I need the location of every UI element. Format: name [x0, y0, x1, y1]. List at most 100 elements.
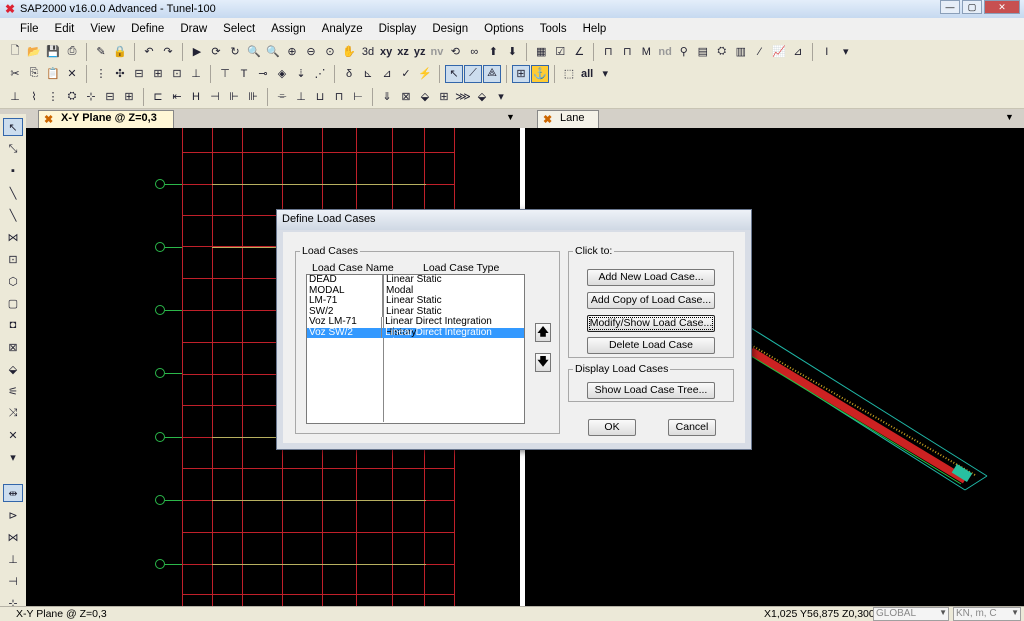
move-up-button[interactable]: 🡅: [535, 323, 551, 342]
load-frame-icon[interactable]: ⊠: [397, 88, 415, 106]
snap-to-points-icon[interactable]: ⇹: [3, 484, 23, 502]
undo-icon[interactable]: ↶: [140, 43, 158, 61]
area-section-icon[interactable]: ⌯: [273, 88, 291, 106]
table-row[interactable]: Voz LM-71 Linear Direct Integration Histo…: [307, 316, 524, 337]
yz-view-button[interactable]: yz: [412, 43, 428, 61]
modify-show-load-case-button[interactable]: Modify/Show Load Case...: [587, 315, 715, 332]
select-all-icon[interactable]: ⬚: [560, 65, 578, 83]
copy-icon[interactable]: ⎘: [25, 65, 43, 83]
lock-icon[interactable]: 🔒: [111, 43, 129, 61]
frame-cable-icon[interactable]: ⊪: [244, 88, 262, 106]
assign-group-icon[interactable]: ⋰: [311, 65, 329, 83]
xy-view-button[interactable]: xy: [378, 43, 394, 61]
grid-edit-icon[interactable]: ⊤: [216, 65, 234, 83]
perspective-icon[interactable]: ∞: [465, 43, 483, 61]
assign-load-icon[interactable]: ⇣: [292, 65, 310, 83]
more-icon[interactable]: ▾: [837, 43, 855, 61]
snap-perpendicular-icon[interactable]: ⊥: [3, 550, 23, 568]
energy-icon[interactable]: ⚡: [416, 65, 434, 83]
menu-assign[interactable]: Assign: [263, 23, 314, 35]
menu-draw[interactable]: Draw: [172, 23, 215, 35]
design-check-icon[interactable]: ⊿: [789, 43, 807, 61]
up-arrow-icon[interactable]: ⬆: [484, 43, 502, 61]
draw-link-icon[interactable]: ⊡: [3, 250, 23, 268]
reshape-icon[interactable]: ⤡: [3, 140, 23, 158]
menu-display[interactable]: Display: [371, 23, 425, 35]
nd-button[interactable]: nd: [656, 43, 673, 61]
joint-spring-icon[interactable]: ⌇: [25, 88, 43, 106]
add-new-load-case-button[interactable]: Add New Load Case...: [587, 269, 715, 286]
assign-area-icon[interactable]: ◈: [273, 65, 291, 83]
select-pointer-icon[interactable]: ↖: [445, 64, 463, 83]
menu-tools[interactable]: Tools: [532, 23, 575, 35]
cancel-button[interactable]: Cancel: [668, 419, 716, 436]
coord-system-select[interactable]: GLOBAL ▼: [873, 607, 949, 621]
dropdown-icon[interactable]: ▾: [3, 448, 23, 466]
joint-local-icon[interactable]: ⊹: [82, 88, 100, 106]
add-copy-load-case-button[interactable]: Add Copy of Load Case...: [587, 292, 715, 309]
table-row-selected[interactable]: Voz SW/2 Linear Direct Integration Histor…: [307, 327, 524, 348]
joint-restraint-icon[interactable]: ⊥: [6, 88, 24, 106]
area-thickness-icon[interactable]: ⊥: [292, 88, 310, 106]
table-row[interactable]: DEAD Linear Static: [307, 274, 524, 286]
load-gravity-icon[interactable]: ⬙: [473, 88, 491, 106]
ok-button[interactable]: OK: [588, 419, 636, 436]
frame-releases-icon[interactable]: ⊓: [618, 43, 636, 61]
menu-view[interactable]: View: [82, 23, 123, 35]
snap-to-ends-icon[interactable]: ⊳: [3, 506, 23, 524]
align-points-icon[interactable]: ⊥: [187, 65, 205, 83]
results-icon[interactable]: ⊿: [378, 65, 396, 83]
area-local-icon[interactable]: ⊢: [349, 88, 367, 106]
zoom-out-icon[interactable]: ⊖: [302, 43, 320, 61]
menu-analyze[interactable]: Analyze: [314, 23, 371, 35]
pan-hand-icon[interactable]: ✋: [340, 43, 358, 61]
print-icon[interactable]: ⎙: [63, 43, 81, 61]
load-strain-icon[interactable]: ⋙: [454, 88, 472, 106]
frame-tendon-icon[interactable]: ⊩: [225, 88, 243, 106]
area-stiffness-icon[interactable]: ⊔: [311, 88, 329, 106]
cut-icon[interactable]: ✂: [6, 65, 24, 83]
cross-icon[interactable]: ✕: [3, 426, 23, 444]
select-poly-icon[interactable]: ⟁: [483, 64, 501, 83]
deformed-icon[interactable]: δ: [340, 65, 358, 83]
menu-select[interactable]: Select: [215, 23, 263, 35]
select-line-icon[interactable]: ⟋: [464, 64, 482, 83]
select-all-button[interactable]: all: [579, 65, 595, 83]
save-icon[interactable]: 💾: [44, 43, 62, 61]
merge-joints-icon[interactable]: ⊡: [168, 65, 186, 83]
chart-icon[interactable]: 📈: [770, 43, 788, 61]
check-icon[interactable]: ✓: [397, 65, 415, 83]
draw-section-cut-icon[interactable]: ⚟: [3, 382, 23, 400]
quick-draw-area-icon[interactable]: ◘: [3, 316, 23, 334]
frame-section-icon[interactable]: ⊞: [120, 88, 138, 106]
frame-insertion-icon[interactable]: ⇤: [168, 88, 186, 106]
display-options-icon[interactable]: ☑: [551, 43, 569, 61]
zoom-previous-icon[interactable]: ⊙: [321, 43, 339, 61]
draw-rect-area-icon[interactable]: ▢: [3, 294, 23, 312]
menu-design[interactable]: Design: [424, 23, 476, 35]
new-file-icon[interactable]: 🗋: [6, 43, 24, 61]
load-area-icon[interactable]: ⬙: [416, 88, 434, 106]
load-more-icon[interactable]: ▾: [492, 88, 510, 106]
frame-property-icon[interactable]: H: [187, 88, 205, 106]
forces-icon[interactable]: ⛭: [713, 43, 731, 61]
deformed-shape-icon[interactable]: ▤: [694, 43, 712, 61]
divide-frames-icon[interactable]: ⊟: [130, 65, 148, 83]
assign-frame-icon[interactable]: ⊸: [254, 65, 272, 83]
tab-xy-plane[interactable]: ✖ X-Y Plane @ Z=0,3: [38, 110, 174, 128]
snap-grid-icon[interactable]: ⊞: [512, 64, 530, 83]
draw-dimension-icon[interactable]: ⤨: [3, 404, 23, 422]
zoom-in-icon[interactable]: ⊕: [283, 43, 301, 61]
snap-intersection-icon[interactable]: ⋈: [3, 528, 23, 546]
move-down-button[interactable]: 🡇: [535, 353, 551, 372]
table-row[interactable]: LM-71 Linear Static: [307, 295, 524, 307]
menu-define[interactable]: Define: [123, 23, 172, 35]
frame-icon[interactable]: ⊓: [599, 43, 617, 61]
object-shrink-icon[interactable]: ▦: [532, 43, 550, 61]
menu-help[interactable]: Help: [575, 23, 615, 35]
joint-panel-icon[interactable]: ⊟: [101, 88, 119, 106]
joint-mass-icon[interactable]: ⛭: [63, 88, 81, 106]
run-analysis-icon[interactable]: ▶: [188, 43, 206, 61]
line-graph-icon[interactable]: ⁄: [751, 43, 769, 61]
move-icon[interactable]: ✣: [111, 65, 129, 83]
